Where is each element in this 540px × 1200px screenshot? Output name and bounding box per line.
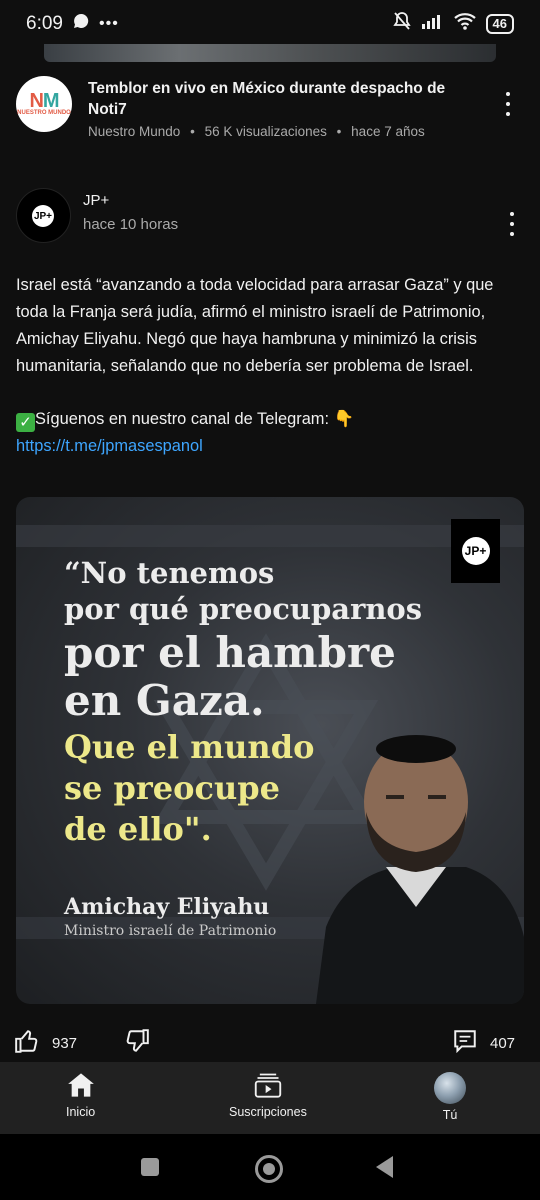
post-actions: 937 407 — [0, 1022, 540, 1062]
post-time: hace 10 horas — [83, 216, 179, 233]
like-count: 937 — [52, 1034, 78, 1052]
video-views: 56 K visualizaciones — [204, 124, 327, 139]
subscriptions-icon — [254, 1072, 282, 1101]
mute-icon — [392, 11, 412, 37]
nav-subscriptions[interactable]: Suscripciones — [229, 1072, 307, 1119]
nav-subscriptions-label: Suscripciones — [229, 1105, 307, 1119]
quote-line: “No tenemos — [64, 556, 275, 590]
post-image[interactable]: JP+ “No tenemos por qué preocuparnos por… — [16, 497, 524, 1004]
video-title[interactable]: Temblor en vivo en México durante despac… — [88, 78, 468, 120]
comment-icon — [452, 1028, 478, 1058]
meta-separator: • — [190, 124, 195, 139]
wifi-icon — [453, 12, 476, 36]
check-mark-icon: ✓ — [16, 413, 35, 432]
signal-icon — [421, 13, 444, 35]
bottom-navigation: Inicio Suscripciones Tú — [0, 1062, 540, 1134]
jp-channel-avatar[interactable]: JP+ — [16, 188, 71, 243]
battery-icon: 46 — [485, 14, 514, 34]
home-system-button[interactable] — [255, 1155, 283, 1183]
post-body: Israel está “avanzando a toda velocidad … — [16, 272, 526, 460]
nav-you[interactable]: Tú — [434, 1072, 466, 1122]
more-notifications-icon: ••• — [98, 15, 119, 32]
status-bar: 6:09 ••• 46 — [0, 0, 540, 48]
post-header: JP+ JP+ hace 10 horas — [16, 188, 524, 248]
nav-home-label: Inicio — [66, 1105, 96, 1119]
telegram-text: Síguenos en nuestro canal de Telegram: 👇 — [35, 410, 354, 428]
nuestro-mundo-logo: NM — [29, 89, 59, 112]
back-button[interactable] — [376, 1156, 393, 1178]
status-time: 6:09 — [26, 13, 63, 34]
nav-you-label: Tú — [442, 1108, 458, 1122]
comments-button[interactable]: 407 — [452, 1028, 515, 1058]
video-meta: Nuestro Mundo • 56 K visualizaciones • h… — [88, 124, 425, 139]
recents-button[interactable] — [141, 1158, 159, 1176]
post-body-text: Israel está “avanzando a toda velocidad … — [16, 276, 494, 375]
dislike-button[interactable] — [124, 1028, 150, 1059]
video-more-icon[interactable] — [498, 90, 518, 118]
image-person-name: Amichay Eliyahu — [64, 894, 270, 920]
comment-count: 407 — [490, 1034, 516, 1052]
video-item[interactable]: NM NUESTRO MUNDO Temblor en vivo en Méxi… — [16, 76, 524, 139]
quote-line: por el hambre — [64, 628, 396, 677]
post-more-icon[interactable] — [502, 210, 522, 238]
video-age: hace 7 años — [351, 124, 425, 139]
thumbs-down-icon — [124, 1029, 150, 1058]
previous-video-thumbnail[interactable] — [44, 44, 496, 62]
telegram-link[interactable]: https://t.me/jpmasespanol — [16, 437, 203, 455]
user-avatar — [434, 1072, 466, 1104]
telegram-line: ✓ Síguenos en nuestro canal de Telegram: … — [16, 406, 526, 433]
thumbs-up-icon — [14, 1028, 40, 1058]
person-portrait — [316, 735, 524, 1004]
like-button[interactable]: 937 — [14, 1028, 77, 1058]
nav-home[interactable]: Inicio — [66, 1072, 95, 1119]
quote-line: por qué preocuparnos — [64, 592, 423, 626]
channel-avatar[interactable]: NM NUESTRO MUNDO — [16, 76, 72, 132]
system-navigation-bar — [0, 1134, 540, 1200]
chat-notification-icon — [73, 13, 89, 35]
avatar-logo-text: NUESTRO MUNDO — [17, 109, 71, 116]
jp-logo: JP+ — [32, 205, 54, 227]
home-icon — [67, 1072, 95, 1101]
meta-separator: • — [336, 124, 342, 139]
post-channel-name[interactable]: JP+ — [83, 192, 109, 209]
image-person-role: Ministro israelí de Patrimonio — [64, 923, 277, 939]
video-channel: Nuestro Mundo — [88, 124, 181, 139]
